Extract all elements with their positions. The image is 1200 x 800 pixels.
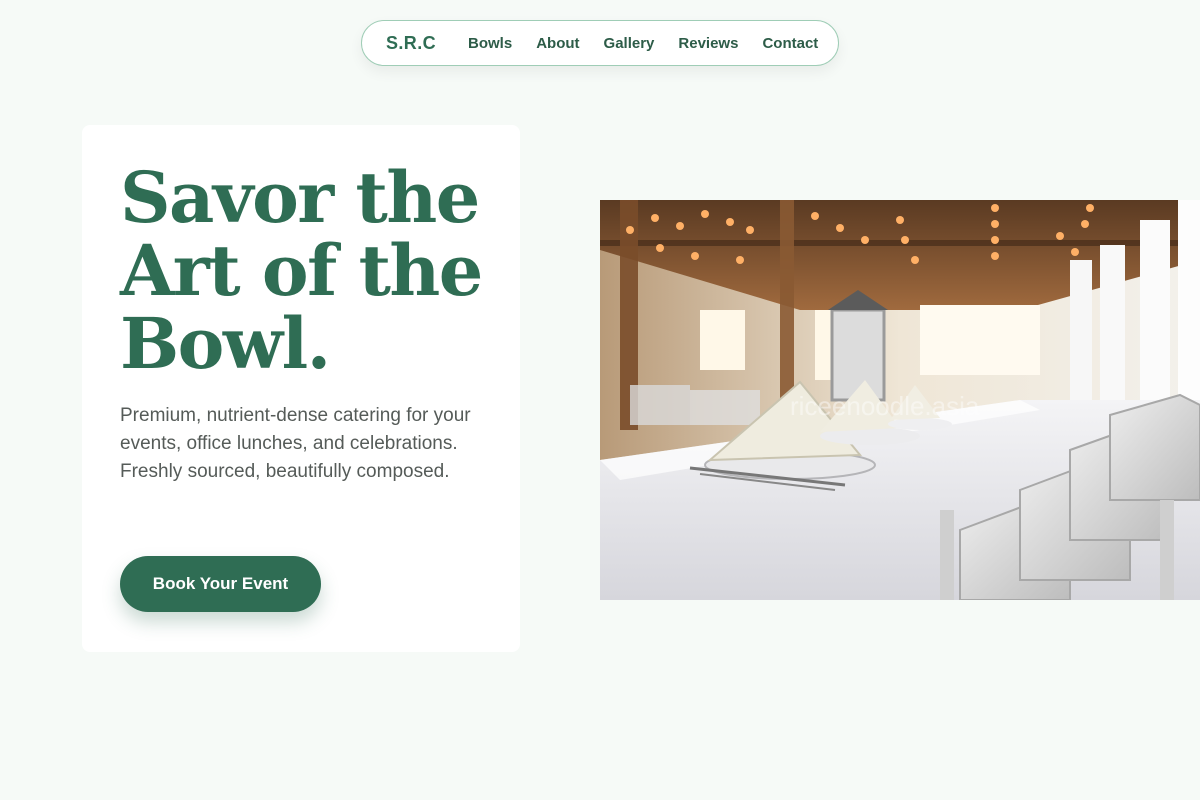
- hero-title-line-1: Savor the: [120, 156, 480, 239]
- image-watermark: riceenoodle.asia: [790, 391, 980, 421]
- nav-links: Bowls About Gallery Reviews Contact: [468, 35, 818, 52]
- hero-description: Premium, nutrient-dense catering for you…: [120, 405, 471, 482]
- nav-link-reviews[interactable]: Reviews: [678, 35, 738, 52]
- hero-title: Savor the Art of the Bowl.: [120, 161, 500, 380]
- book-event-button[interactable]: Book Your Event: [120, 556, 321, 612]
- nav-link-bowls[interactable]: Bowls: [468, 35, 512, 52]
- hero-title-line-2: Art of the: [120, 229, 483, 312]
- top-nav: S.R.C Bowls About Gallery Reviews Contac…: [361, 20, 839, 66]
- hero-card: Savor the Art of the Bowl. Premium, nutr…: [82, 125, 520, 652]
- nav-link-contact[interactable]: Contact: [762, 35, 818, 52]
- nav-link-about[interactable]: About: [536, 35, 579, 52]
- hero-title-line-3: Bowl.: [120, 302, 331, 385]
- hero-image: riceenoodle.asia: [600, 200, 1200, 600]
- nav-link-gallery[interactable]: Gallery: [604, 35, 655, 52]
- brand-logo[interactable]: S.R.C: [386, 33, 436, 54]
